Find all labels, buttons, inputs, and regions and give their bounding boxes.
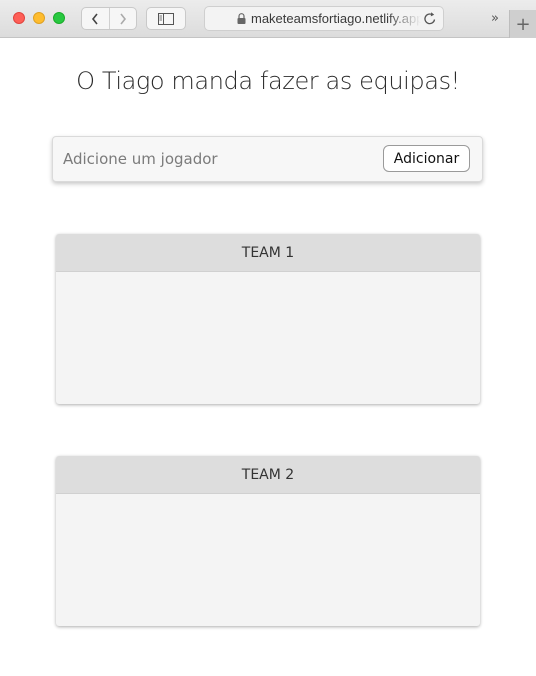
- minimize-window-button[interactable]: [33, 12, 45, 24]
- team-player-list: [56, 272, 480, 404]
- back-button[interactable]: [82, 8, 109, 29]
- plus-icon: +: [515, 13, 531, 35]
- team-header: TEAM 1: [56, 234, 480, 272]
- add-player-form: Adicionar: [52, 136, 483, 182]
- navigation-buttons: [81, 7, 137, 30]
- team-header: TEAM 2: [56, 456, 480, 494]
- player-name-input[interactable]: [63, 147, 363, 171]
- team-player-list: [56, 494, 480, 626]
- browser-toolbar: maketeamsfortiago.netlify.app » +: [0, 0, 536, 38]
- add-player-button[interactable]: Adicionar: [383, 145, 470, 172]
- sidebar-toggle-button[interactable]: [146, 7, 186, 30]
- team-card: TEAM 1: [56, 234, 480, 404]
- reload-icon[interactable]: [423, 11, 437, 26]
- address-bar[interactable]: maketeamsfortiago.netlify.app: [204, 6, 444, 31]
- zoom-window-button[interactable]: [53, 12, 65, 24]
- close-window-button[interactable]: [13, 12, 25, 24]
- team-card: TEAM 2: [56, 456, 480, 626]
- lock-icon: [237, 13, 246, 24]
- double-chevron-right-icon[interactable]: »: [484, 8, 506, 28]
- new-tab-button[interactable]: +: [509, 10, 536, 38]
- chevron-left-icon: [92, 13, 98, 24]
- url-text: maketeamsfortiago.netlify.app: [251, 11, 421, 26]
- chevron-right-icon: [120, 13, 126, 24]
- sidebar-icon: [158, 12, 174, 25]
- page-title: O Tiago manda fazer as equipas!: [76, 67, 460, 95]
- forward-button[interactable]: [108, 8, 137, 29]
